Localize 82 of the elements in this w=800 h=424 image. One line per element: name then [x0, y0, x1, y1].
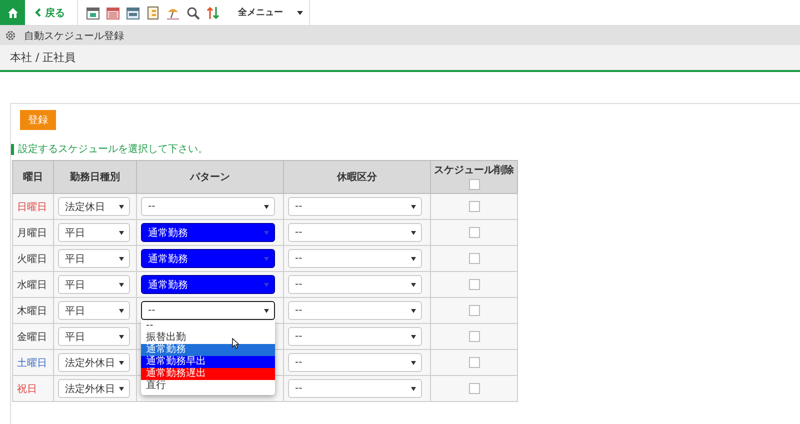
caret-down-icon[interactable]	[264, 204, 269, 208]
caret-down-icon[interactable]	[119, 256, 124, 260]
caret-down-icon[interactable]	[411, 308, 416, 312]
delete-checkbox[interactable]	[468, 331, 480, 342]
day-label: 金曜日	[17, 332, 47, 342]
dropdown-option[interactable]: 振替出勤	[141, 332, 275, 344]
work-type-select[interactable]: 法定外休日	[58, 353, 130, 372]
day-label: 火曜日	[17, 254, 47, 264]
caret-down-icon[interactable]	[297, 10, 303, 14]
day-label: 土曜日	[17, 358, 47, 368]
caret-down-icon[interactable]	[411, 230, 416, 234]
work-type-select[interactable]: 平日	[58, 327, 130, 346]
caret-down-icon[interactable]	[411, 256, 416, 260]
search-icon[interactable]	[186, 6, 200, 20]
caret-down-icon[interactable]	[119, 230, 124, 234]
day-label: 祝日	[17, 384, 37, 394]
caret-down-icon[interactable]	[119, 282, 124, 286]
back-button[interactable]: 戻る	[25, 0, 78, 25]
work-type-select[interactable]: 平日	[58, 275, 130, 294]
pattern-select[interactable]: 通常勤務	[141, 223, 275, 242]
leave-type-select[interactable]: --	[288, 275, 422, 294]
work-type-select[interactable]: 平日	[58, 223, 130, 242]
work-type-select[interactable]: 法定休日	[58, 197, 130, 216]
settings-icon	[5, 30, 16, 41]
breadcrumb: 本社 / 正社員	[10, 50, 76, 65]
caret-down-icon[interactable]	[411, 360, 416, 364]
dropdown-option[interactable]: --	[141, 320, 275, 332]
caret-down-icon[interactable]	[119, 360, 124, 364]
delete-checkbox[interactable]	[468, 383, 480, 394]
work-type-select[interactable]: 平日	[58, 249, 130, 268]
page-title: 自動スケジュール登録	[24, 30, 124, 42]
caret-down-icon[interactable]	[411, 282, 416, 286]
calendar-icon[interactable]	[86, 6, 100, 20]
leave-type-select[interactable]: --	[288, 197, 422, 216]
caret-down-icon[interactable]	[119, 386, 124, 390]
leave-type-select[interactable]: --	[288, 249, 422, 268]
delete-checkbox[interactable]	[468, 305, 480, 316]
day-label: 木曜日	[17, 306, 47, 316]
leave-type-select[interactable]: --	[288, 327, 422, 346]
delete-checkbox[interactable]	[468, 201, 480, 212]
work-type-select[interactable]: 法定外休日	[58, 379, 130, 398]
column-header: 曜日	[23, 172, 43, 183]
day-label: 月曜日	[17, 228, 47, 238]
caret-down-icon[interactable]	[411, 204, 416, 208]
caret-down-icon[interactable]	[411, 334, 416, 338]
caret-down-icon[interactable]	[411, 386, 416, 390]
delete-checkbox[interactable]	[468, 227, 480, 238]
sort-arrows-icon[interactable]	[206, 6, 220, 20]
schedule-list-icon[interactable]	[146, 6, 160, 20]
leave-type-select[interactable]: --	[288, 379, 422, 398]
day-label: 水曜日	[17, 280, 47, 290]
column-header: 休暇区分	[337, 172, 377, 183]
column-header: 勤務日種別	[70, 172, 120, 183]
leave-type-select[interactable]: --	[288, 353, 422, 372]
all-menu-dropdown[interactable]: 全メニュー	[228, 0, 310, 25]
delete-checkbox[interactable]	[468, 279, 480, 290]
caret-down-icon[interactable]	[119, 334, 124, 338]
dropdown-option[interactable]: 通常勤務	[141, 344, 275, 356]
caret-down-icon[interactable]	[264, 308, 269, 312]
calendar-icon[interactable]	[126, 6, 140, 20]
pattern-select[interactable]: --	[141, 197, 275, 216]
delete-checkbox[interactable]	[468, 253, 480, 264]
leave-type-select[interactable]: --	[288, 223, 422, 242]
day-label: 日曜日	[17, 202, 47, 212]
chevron-left-icon[interactable]	[35, 8, 41, 17]
caret-down-icon[interactable]	[119, 308, 124, 312]
calendar-icon[interactable]	[106, 6, 120, 20]
leave-type-select[interactable]: --	[288, 301, 422, 320]
dropdown-option[interactable]: 通常勤務早出	[141, 356, 275, 368]
dropdown-option[interactable]: 通常勤務遅出	[141, 368, 275, 380]
pattern-select[interactable]: 通常勤務	[141, 275, 275, 294]
caret-down-icon[interactable]	[119, 204, 124, 208]
mouse-pointer-icon	[232, 338, 239, 349]
pattern-select[interactable]: 通常勤務	[141, 249, 275, 268]
home-button[interactable]	[0, 0, 25, 25]
instruction-text: 設定するスケジュールを選択して下さい。	[11, 144, 800, 155]
column-header: スケジュール削除	[434, 165, 514, 176]
work-type-select[interactable]: 平日	[58, 301, 130, 320]
delete-checkbox[interactable]	[468, 357, 480, 368]
select-all-checkbox[interactable]	[468, 179, 480, 190]
column-header: パターン	[190, 172, 230, 183]
home-icon[interactable]	[6, 6, 18, 18]
